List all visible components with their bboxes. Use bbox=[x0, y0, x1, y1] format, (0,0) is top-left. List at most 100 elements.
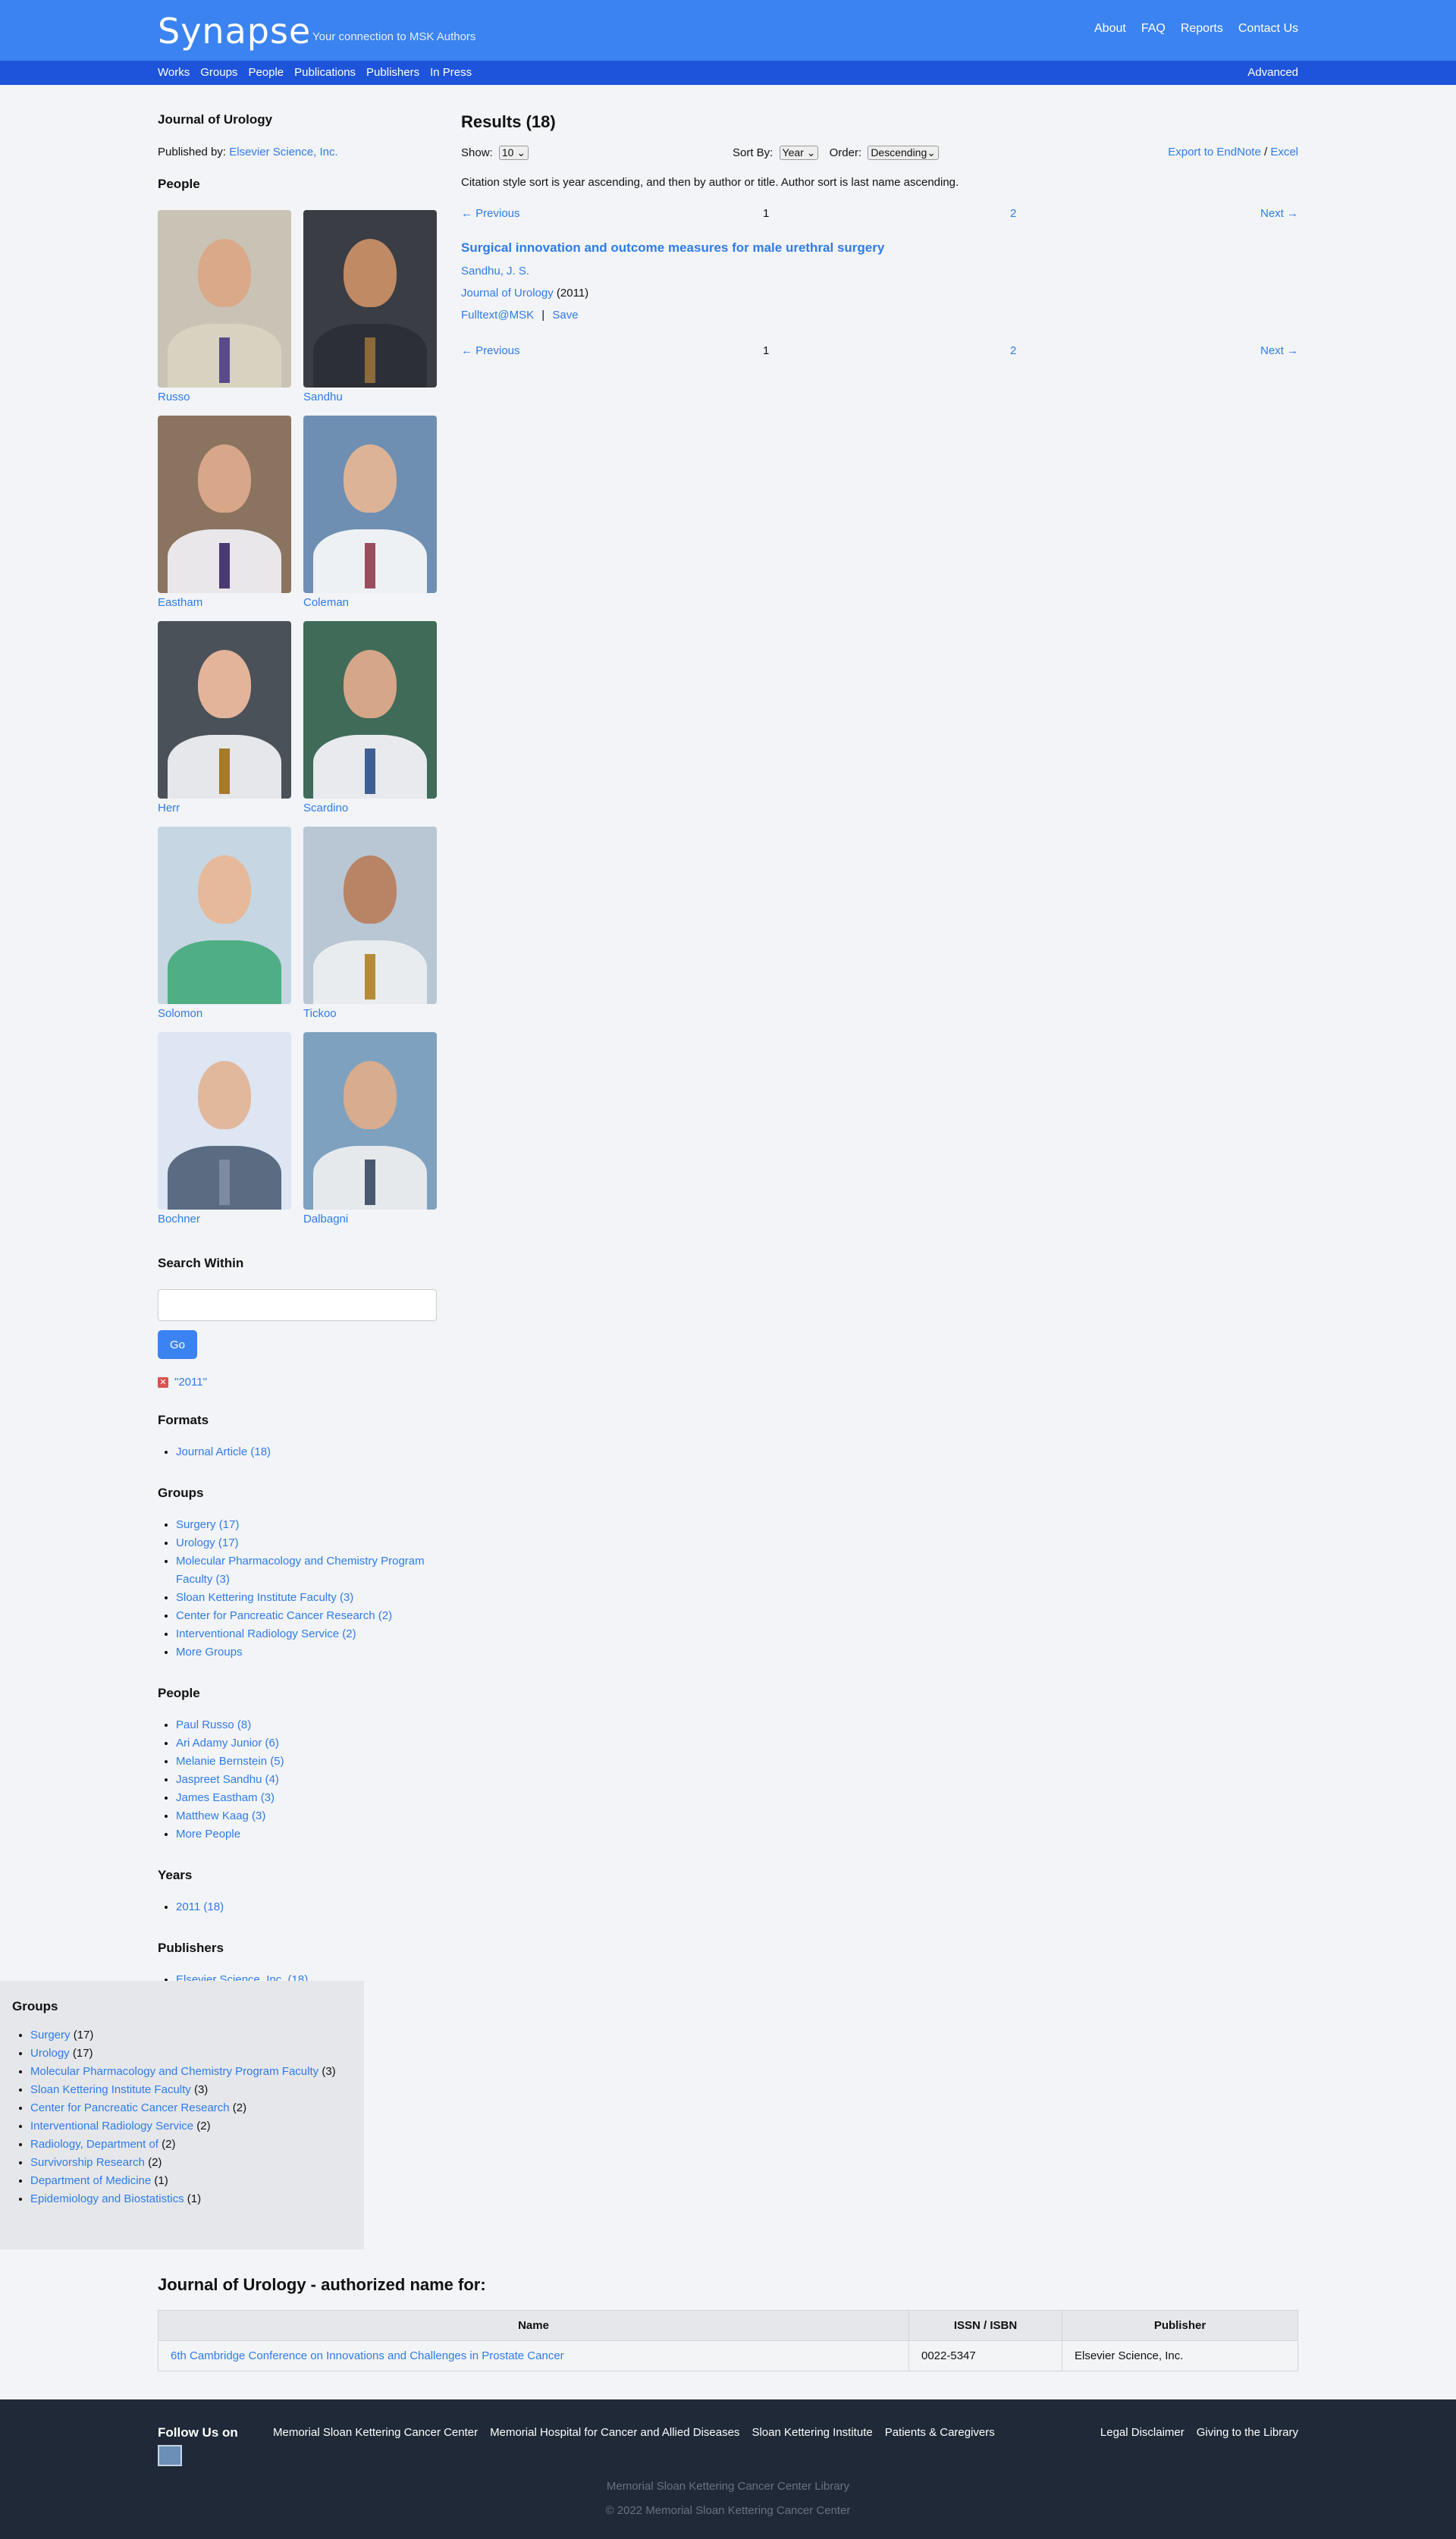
chevron-down-icon: ⌄ bbox=[927, 146, 936, 158]
group-link[interactable]: Sloan Kettering Institute Faculty bbox=[30, 2083, 191, 2096]
facet-link[interactable]: James Eastham (3) bbox=[176, 1791, 275, 1804]
order-select[interactable]: Descending⌄ bbox=[868, 146, 939, 160]
publisher-link[interactable]: Elsevier Science, Inc. bbox=[229, 146, 337, 158]
person-name-link[interactable]: Solomon bbox=[158, 1007, 291, 1020]
person-name-link[interactable]: Russo bbox=[158, 391, 291, 403]
go-button[interactable]: Go bbox=[158, 1330, 197, 1359]
search-within-input[interactable] bbox=[158, 1289, 437, 1321]
person-photo[interactable] bbox=[303, 210, 437, 388]
group-link[interactable]: Survivorship Research bbox=[30, 2156, 145, 2169]
person-photo[interactable] bbox=[158, 827, 291, 1004]
facet-link[interactable]: Paul Russo (8) bbox=[176, 1718, 251, 1731]
facet-link[interactable]: Sloan Kettering Institute Faculty (3) bbox=[176, 1591, 353, 1604]
person-name-link[interactable]: Dalbagni bbox=[303, 1213, 437, 1226]
facet-link[interactable]: Center for Pancreatic Cancer Research (2… bbox=[176, 1609, 392, 1622]
person-card[interactable]: Dalbagni bbox=[303, 1032, 437, 1226]
person-name-link[interactable]: Coleman bbox=[303, 596, 437, 609]
facet-link[interactable]: 2011 (18) bbox=[176, 1900, 224, 1913]
facet-link[interactable]: Matthew Kaag (3) bbox=[176, 1809, 265, 1822]
sort-select[interactable]: Year ⌄ bbox=[779, 146, 819, 160]
person-card[interactable]: Solomon bbox=[158, 827, 291, 1020]
facet-link[interactable]: Melanie Bernstein (5) bbox=[176, 1755, 284, 1768]
group-link[interactable]: Department of Medicine bbox=[30, 2174, 151, 2187]
person-name-link[interactable]: Scardino bbox=[303, 802, 437, 814]
advanced-search-link[interactable]: Advanced bbox=[1247, 66, 1298, 79]
facet-link[interactable]: More Groups bbox=[176, 1646, 243, 1659]
person-card[interactable]: Russo bbox=[158, 210, 291, 403]
subnav-publications[interactable]: Publications bbox=[294, 66, 356, 79]
person-name-link[interactable]: Herr bbox=[158, 802, 291, 814]
footer-link-memorial-hospital[interactable]: Memorial Hospital for Cancer and Allied … bbox=[490, 2426, 739, 2439]
person-name-link[interactable]: Sandhu bbox=[303, 391, 437, 403]
pager-page-2[interactable]: 2 bbox=[1010, 207, 1016, 220]
footer-link-legal[interactable]: Legal Disclaimer bbox=[1100, 2426, 1185, 2439]
site-logo[interactable]: Synapse bbox=[158, 11, 311, 52]
person-card[interactable]: Eastham bbox=[158, 416, 291, 609]
subnav-works[interactable]: Works bbox=[158, 66, 190, 79]
group-link[interactable]: Center for Pancreatic Cancer Research bbox=[30, 2101, 230, 2114]
facet-link[interactable]: Urology (17) bbox=[176, 1536, 239, 1549]
result-author-link[interactable]: Sandhu, J. S. bbox=[461, 265, 529, 278]
result-journal-link[interactable]: Journal of Urology bbox=[461, 287, 554, 300]
group-link[interactable]: Molecular Pharmacology and Chemistry Pro… bbox=[30, 2065, 318, 2078]
active-filter: ✕ "2011" bbox=[158, 1376, 438, 1389]
pager-page-2[interactable]: 2 bbox=[1010, 344, 1016, 357]
person-card[interactable]: Coleman bbox=[303, 416, 437, 609]
pager-next[interactable]: Next → bbox=[1260, 207, 1298, 220]
active-filter-label[interactable]: "2011" bbox=[174, 1376, 207, 1389]
nav-reports[interactable]: Reports bbox=[1181, 22, 1223, 36]
subnav-people[interactable]: People bbox=[248, 66, 284, 79]
footer-link-giving[interactable]: Giving to the Library bbox=[1197, 2426, 1298, 2439]
person-photo[interactable] bbox=[158, 621, 291, 799]
footer-link-ski[interactable]: Sloan Kettering Institute bbox=[752, 2426, 872, 2439]
export-excel-link[interactable]: Excel bbox=[1270, 146, 1298, 158]
person-card[interactable]: Sandhu bbox=[303, 210, 437, 403]
export-endnote-link[interactable]: Export to EndNote bbox=[1168, 146, 1261, 158]
person-card[interactable]: Scardino bbox=[303, 621, 437, 814]
person-photo[interactable] bbox=[303, 416, 437, 593]
person-card[interactable]: Herr bbox=[158, 621, 291, 814]
subnav-publishers[interactable]: Publishers bbox=[366, 66, 419, 79]
group-link[interactable]: Surgery bbox=[30, 2029, 71, 2042]
facet-link[interactable]: Journal Article (18) bbox=[176, 1445, 271, 1458]
facet-link[interactable]: Molecular Pharmacology and Chemistry Pro… bbox=[176, 1555, 425, 1586]
pager-next[interactable]: Next → bbox=[1260, 344, 1298, 357]
person-name-link[interactable]: Eastham bbox=[158, 596, 291, 609]
facet-link[interactable]: Ari Adamy Junior (6) bbox=[176, 1737, 279, 1750]
person-photo[interactable] bbox=[303, 1032, 437, 1210]
facet-link[interactable]: Surgery (17) bbox=[176, 1518, 239, 1531]
facet-link[interactable]: Interventional Radiology Service (2) bbox=[176, 1627, 356, 1640]
person-photo[interactable] bbox=[158, 416, 291, 593]
person-photo[interactable] bbox=[158, 210, 291, 388]
person-card[interactable]: Bochner bbox=[158, 1032, 291, 1226]
fulltext-link[interactable]: Fulltext@MSK bbox=[461, 309, 534, 322]
save-link[interactable]: Save bbox=[552, 309, 578, 322]
person-card[interactable]: Tickoo bbox=[303, 827, 437, 1020]
nav-faq[interactable]: FAQ bbox=[1141, 22, 1166, 36]
person-name-link[interactable]: Tickoo bbox=[303, 1007, 437, 1020]
authorized-name-link[interactable]: 6th Cambridge Conference on Innovations … bbox=[171, 2349, 564, 2362]
group-link[interactable]: Urology bbox=[30, 2047, 70, 2060]
nav-contact-us[interactable]: Contact Us bbox=[1238, 22, 1298, 36]
facet-link[interactable]: More People bbox=[176, 1828, 240, 1841]
group-link[interactable]: Epidemiology and Biostatistics bbox=[30, 2192, 184, 2205]
pager-previous[interactable]: ← Previous bbox=[461, 207, 520, 220]
group-link[interactable]: Radiology, Department of bbox=[30, 2138, 158, 2151]
subnav-groups[interactable]: Groups bbox=[200, 66, 237, 79]
order-label: Order: bbox=[829, 146, 862, 159]
person-name-link[interactable]: Bochner bbox=[158, 1213, 291, 1226]
show-select[interactable]: 10 ⌄ bbox=[498, 146, 529, 160]
social-media-icon[interactable] bbox=[158, 2445, 182, 2466]
group-link[interactable]: Interventional Radiology Service bbox=[30, 2120, 193, 2133]
nav-about[interactable]: About bbox=[1094, 22, 1126, 36]
facet-link[interactable]: Jaspreet Sandhu (4) bbox=[176, 1773, 279, 1786]
person-photo[interactable] bbox=[158, 1032, 291, 1210]
person-photo[interactable] bbox=[303, 827, 437, 1004]
remove-filter-icon[interactable]: ✕ bbox=[158, 1376, 168, 1388]
footer-link-patients[interactable]: Patients & Caregivers bbox=[885, 2426, 995, 2439]
result-title-link[interactable]: Surgical innovation and outcome measures… bbox=[461, 240, 1298, 256]
subnav-in-press[interactable]: In Press bbox=[430, 66, 472, 79]
footer-link-msk[interactable]: Memorial Sloan Kettering Cancer Center bbox=[273, 2426, 478, 2439]
pager-previous[interactable]: ← Previous bbox=[461, 344, 520, 357]
person-photo[interactable] bbox=[303, 621, 437, 799]
